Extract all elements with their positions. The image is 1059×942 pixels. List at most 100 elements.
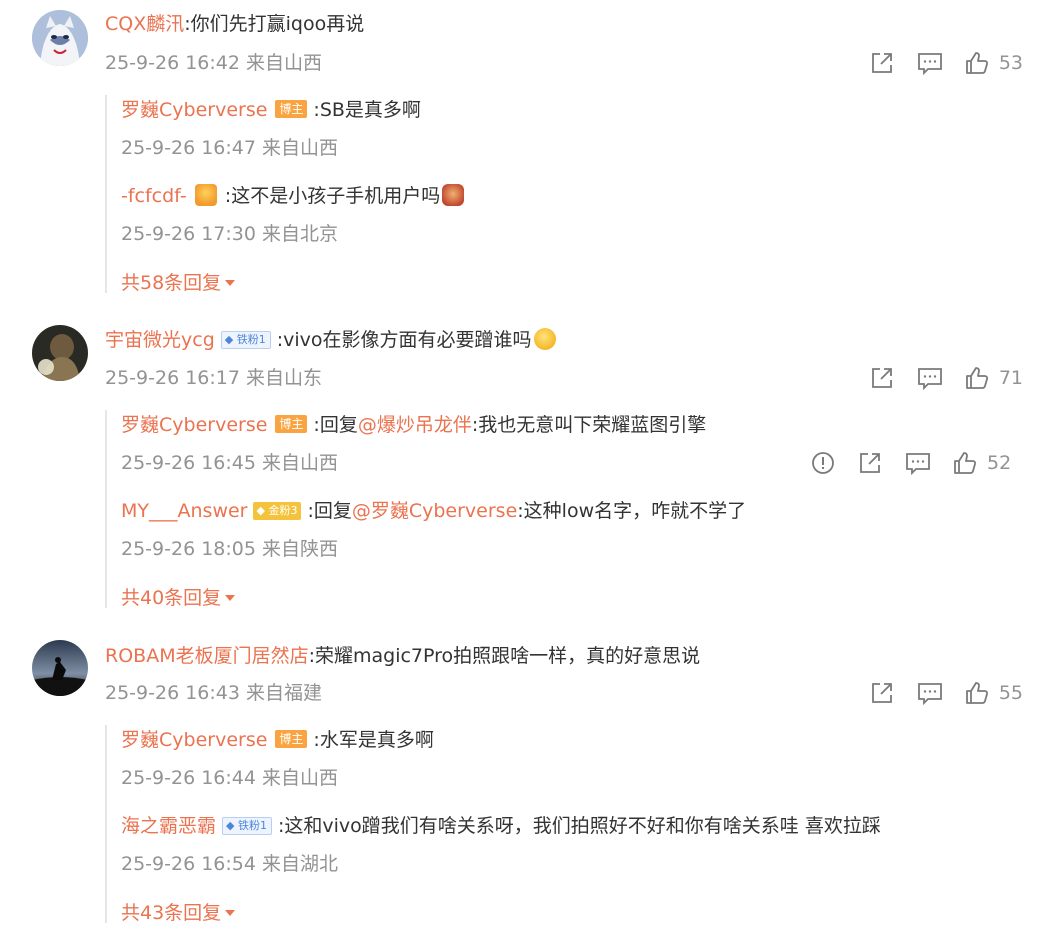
share-icon xyxy=(860,453,880,473)
comment-meta: 25-9-26 16:43 来自福建 xyxy=(105,681,322,705)
location: 来自湖北 xyxy=(262,853,339,875)
avatar[interactable] xyxy=(32,640,88,696)
username[interactable]: 罗巍Cyberverse xyxy=(121,414,267,436)
share-button[interactable] xyxy=(869,681,895,705)
comment-icon xyxy=(917,683,942,705)
username[interactable]: 宇宙微光ycg xyxy=(105,329,215,351)
location: 来自福建 xyxy=(246,682,323,704)
location: 来自山西 xyxy=(262,452,339,474)
comment-actions: 55 xyxy=(847,679,1023,707)
comment-button[interactable] xyxy=(917,366,943,390)
username[interactable]: CQX麟汛 xyxy=(105,13,184,35)
reply-1-header: 罗巍Cyberverse 博主 :SB是真多啊 xyxy=(121,98,421,122)
gold-fan-badge-label: 金粉3 xyxy=(268,504,298,517)
more-replies-label: 共40条回复 xyxy=(121,587,222,609)
like-button[interactable]: 71 xyxy=(965,366,1023,390)
like-icon xyxy=(954,452,977,474)
fan-badge: ◆ 铁粉1 xyxy=(222,817,272,835)
avatar[interactable] xyxy=(32,325,88,381)
timestamp: 25-9-26 16:43 xyxy=(105,682,240,704)
share-icon xyxy=(871,683,892,703)
comment-meta: 25-9-26 16:17 来自山东 xyxy=(105,366,322,390)
like-button[interactable]: 53 xyxy=(965,51,1023,75)
comment-icon xyxy=(917,368,942,390)
reply-text: :水军是真多啊 xyxy=(313,729,434,751)
reply-2-header: -fcfcdf- :这不是小孩子手机用户吗 xyxy=(121,184,466,208)
like-button[interactable]: 55 xyxy=(965,681,1023,705)
reply-meta: 25-9-26 17:30 来自北京 xyxy=(121,222,338,246)
username[interactable]: 罗巍Cyberverse xyxy=(121,99,267,121)
more-replies-link[interactable]: 共58条回复 xyxy=(121,268,236,295)
timestamp: 25-9-26 16:42 xyxy=(105,52,240,74)
fan-badge: ◆ 铁粉1 xyxy=(220,331,271,349)
reply-meta: 25-9-26 16:44 来自山西 xyxy=(121,766,338,790)
caret-down-icon xyxy=(225,280,236,286)
mention-link[interactable]: @罗巍Cyberverse xyxy=(352,500,517,522)
comment-header: 宇宙微光ycg ◆ 铁粉1 :vivo在影像方面有必要蹭谁吗 xyxy=(105,328,558,352)
fan-badge-label: 铁粉1 xyxy=(237,819,267,832)
report-icon xyxy=(812,452,834,474)
caret-down-icon xyxy=(225,595,236,601)
like-count: 52 xyxy=(987,452,1012,474)
comment-text: :你们先打赢iqoo再说 xyxy=(184,13,365,35)
reply-2-header: MY___Answer ◆ 金粉3:回复@罗巍Cyberverse:这种low名字… xyxy=(121,499,746,523)
caret-down-icon xyxy=(225,910,236,916)
comment-header: ROBAM老板厦门居然店:荣耀magic7Pro拍照跟啥一样，真的好意思说 xyxy=(105,644,700,668)
reply-actions: 52 xyxy=(811,449,1025,477)
timestamp: 25-9-26 17:30 xyxy=(121,223,256,245)
host-badge: 博主 xyxy=(275,100,308,118)
comment-button[interactable] xyxy=(905,451,931,475)
mention-link[interactable]: @爆炒吊龙伴 xyxy=(358,414,472,436)
reply-1-header: 罗巍Cyberverse 博主:水军是真多啊 xyxy=(121,728,434,752)
avatar[interactable] xyxy=(32,10,88,66)
reply-text: :这不是小孩子手机用户吗 xyxy=(224,185,441,207)
reply-list: 罗巍Cyberverse 博主:水军是真多啊 25-9-26 16:44 来自山西… xyxy=(105,725,881,924)
like-button[interactable]: 52 xyxy=(953,451,1011,475)
timestamp: 25-9-26 16:44 xyxy=(121,767,256,789)
gold-fan-badge: ◆ 金粉3 xyxy=(253,502,302,520)
share-button[interactable] xyxy=(869,51,895,75)
like-icon xyxy=(965,367,988,389)
reply-prefix: :回复 xyxy=(313,414,358,436)
comment-button[interactable] xyxy=(917,681,943,705)
more-replies-label: 共58条回复 xyxy=(121,272,222,294)
comment-button[interactable] xyxy=(917,51,943,75)
username[interactable]: 罗巍Cyberverse xyxy=(121,729,267,751)
reply-list: 罗巍Cyberverse 博主:回复@爆炒吊龙伴:我也无意叫下荣耀蓝图引擎 25-… xyxy=(105,410,1011,609)
reply-prefix: :回复 xyxy=(307,500,352,522)
timestamp: 25-9-26 16:45 xyxy=(121,452,256,474)
timestamp: 25-9-26 18:05 xyxy=(121,538,256,560)
location: 来自山西 xyxy=(246,52,323,74)
comment-actions: 71 xyxy=(847,364,1023,392)
comment-meta: 25-9-26 16:42 来自山西 xyxy=(105,51,322,75)
comment-text: :vivo在影像方面有必要蹭谁吗 xyxy=(276,329,532,351)
username[interactable]: MY___Answer xyxy=(121,500,247,522)
share-icon xyxy=(871,53,892,73)
reply-meta: 25-9-26 16:54 来自湖北 xyxy=(121,852,338,876)
location: 来自山东 xyxy=(246,367,323,389)
username[interactable]: 海之霸恶霸 xyxy=(121,815,216,837)
reply-text: :我也无意叫下荣耀蓝图引擎 xyxy=(471,414,707,436)
reply-text: :SB是真多啊 xyxy=(313,99,421,121)
share-button[interactable] xyxy=(869,366,895,390)
like-icon xyxy=(965,682,988,704)
reply-text: :这和vivo蹭我们有啥关系呀，我们拍照好不好和你有啥关系哇 喜欢拉踩 xyxy=(277,815,881,837)
username[interactable]: ROBAM老板厦门居然店 xyxy=(105,645,309,667)
comment-icon xyxy=(917,53,942,75)
reply-2-header: 海之霸恶霸 ◆ 铁粉1 :这和vivo蹭我们有啥关系呀，我们拍照好不好和你有啥关系哇… xyxy=(121,814,881,838)
like-count: 53 xyxy=(998,52,1023,74)
comment-icon xyxy=(906,453,930,475)
reply-list: 罗巍Cyberverse 博主 :SB是真多啊 25-9-26 16:47 来自山西… xyxy=(105,95,465,294)
report-button[interactable] xyxy=(811,451,835,475)
location: 来自北京 xyxy=(262,223,339,245)
thinking-emoji-icon xyxy=(533,328,556,350)
more-replies-link[interactable]: 共43条回复 xyxy=(121,898,236,925)
reply-meta: 25-9-26 16:47 来自山西 xyxy=(121,136,338,160)
location: 来自山西 xyxy=(262,137,339,159)
share-button[interactable] xyxy=(857,451,883,475)
like-icon xyxy=(965,52,988,74)
more-replies-link[interactable]: 共40条回复 xyxy=(121,583,236,610)
username[interactable]: -fcfcdf- xyxy=(121,185,187,207)
like-count: 55 xyxy=(998,682,1023,704)
comment-text: :荣耀magic7Pro拍照跟啥一样，真的好意思说 xyxy=(308,645,701,667)
